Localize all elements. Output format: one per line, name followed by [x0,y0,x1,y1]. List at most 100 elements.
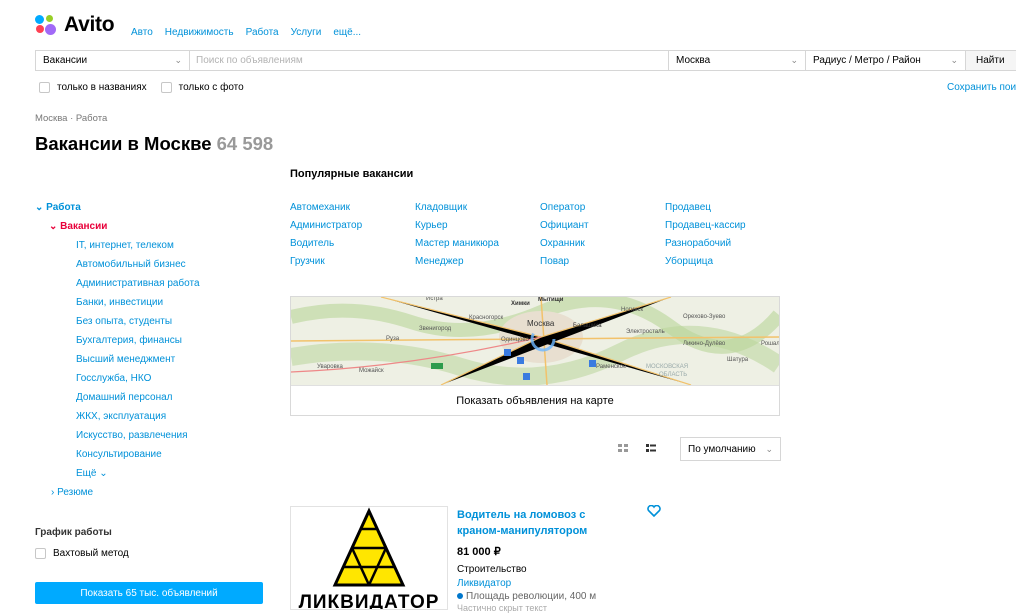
svg-text:Электросталь: Электросталь [626,329,665,335]
top-nav: Авто Недвижимость Работа Услуги ещё... [131,27,361,38]
svg-text:ЛИКВИДАТОР: ЛИКВИДАТОР [299,592,440,609]
listing-title[interactable]: Водитель на ломовоз с краном-манипулятор… [457,507,627,539]
sidebar-root-label: Работа [46,202,81,213]
category-select[interactable]: Вакансии ⌄ [35,50,190,71]
svg-text:Мытищи: Мытищи [538,297,564,303]
titles-only-checkbox[interactable] [39,82,50,93]
map-graphic: Истра Химки Мытищи Ногинск Красногорск М… [291,297,779,385]
with-photo-checkbox[interactable] [160,82,172,93]
popular-grid: Автомеханик Кладовщик Оператор Продавец … [290,199,790,271]
save-search-link[interactable]: Сохранить поиск [947,82,1016,93]
sidebar-item-banks[interactable]: Банки, инвестиции [35,293,275,312]
listing-image[interactable]: ЛИКВИДАТОР [290,506,448,610]
sidebar-item-students[interactable]: Без опыта, студенты [35,312,275,331]
results-count: 64 598 [216,133,274,154]
radius-value: Радиус / Метро / Район [813,55,921,66]
breadcrumb[interactable]: Москва · Работа [35,113,107,124]
svg-text:Одинцово: Одинцово [501,337,530,343]
sidebar-item-auto[interactable]: Автомобильный бизнес [35,255,275,274]
map-preview[interactable]: Истра Химки Мытищи Ногинск Красногорск М… [291,297,779,385]
svg-text:Красногорск: Красногорск [469,315,504,321]
shift-method-checkbox[interactable] [35,548,46,559]
logo-dots-icon [35,15,59,35]
avito-logo[interactable]: Avito [35,13,115,37]
sidebar-item-accounting[interactable]: Бухгалтерия, финансы [35,331,275,350]
list-view-button[interactable] [640,438,662,458]
sidebar-item-management[interactable]: Высший менеджмент [35,350,275,369]
popular-link[interactable]: Кладовщик [415,199,540,217]
svg-text:Уваровка: Уваровка [317,364,344,370]
shift-method-filter[interactable]: Вахтовый метод [35,548,129,559]
sidebar-item-resume[interactable]: › Резюме [35,483,275,502]
page-title-text: Вакансии в Москве [35,133,212,154]
grid-view-button[interactable] [612,438,634,458]
popular-link[interactable]: Менеджер [415,253,540,271]
svg-text:Орехово-Зуево: Орехово-Зуево [683,314,726,320]
nav-more[interactable]: ещё... [333,27,361,38]
nav-jobs[interactable]: Работа [246,27,279,38]
view-toggle [612,438,662,458]
map-widget: Истра Химки Мытищи Ногинск Красногорск М… [290,296,780,416]
popular-link[interactable]: Оператор [540,199,665,217]
city-select[interactable]: Москва ⌄ [669,50,806,71]
find-button[interactable]: Найти [966,50,1016,71]
popular-link[interactable]: Грузчик [290,253,415,271]
radius-select[interactable]: Радиус / Метро / Район ⌄ [806,50,966,71]
svg-text:ОБЛАСТЬ: ОБЛАСТЬ [659,372,687,378]
category-value: Вакансии [43,55,88,66]
page-title: Вакансии в Москве 64 598 [35,133,273,155]
popular-link[interactable]: Продавец [665,199,790,217]
popular-link[interactable]: Охранник [540,235,665,253]
popular-link[interactable]: Продавец-кассир [665,217,790,235]
company-logo-image: ЛИКВИДАТОР [291,507,447,609]
popular-link[interactable]: Мастер маникюра [415,235,540,253]
favorite-heart-icon[interactable] [647,504,661,520]
sidebar-item-utilities[interactable]: ЖКХ, эксплуатация [35,407,275,426]
listing-company[interactable]: Ликвидатор [457,578,511,589]
list-view-icon [646,444,656,452]
popular-link[interactable]: Автомеханик [290,199,415,217]
svg-text:Химки: Химки [511,301,530,307]
with-photo-label: только с фото [178,82,244,93]
logo-text: Avito [64,13,115,36]
chevron-down-icon: ⌄ [99,468,108,479]
sidebar-item-household[interactable]: Домашний персонал [35,388,275,407]
popular-link[interactable]: Разнорабочий [665,235,790,253]
svg-text:Звенигород: Звенигород [419,326,452,332]
search-bar: Вакансии ⌄ Москва ⌄ Радиус / Метро / Рай… [35,50,1016,71]
chevron-down-icon: ⌄ [950,55,958,65]
popular-link[interactable]: Администратор [290,217,415,235]
shift-method-label: Вахтовый метод [53,548,129,559]
chevron-down-icon: ⌄ [35,202,47,213]
metro-dot-icon [457,593,463,599]
listing-metro-text: Площадь революции, 400 м [466,591,597,602]
popular-link[interactable]: Повар [540,253,665,271]
sidebar-item-more[interactable]: Ещё ⌄ [35,464,275,483]
show-results-button[interactable]: Показать 65 тыс. объявлений [35,582,263,604]
popular-link[interactable]: Официант [540,217,665,235]
sidebar-item-consulting[interactable]: Консультирование [35,445,275,464]
search-input[interactable] [190,50,669,71]
nav-auto[interactable]: Авто [131,27,153,38]
sort-select[interactable]: По умолчанию ⌄ [680,437,781,461]
sidebar-item-arts[interactable]: Искусство, развлечения [35,426,275,445]
schedule-title: График работы [35,527,112,538]
nav-services[interactable]: Услуги [291,27,322,38]
sidebar-item-gov[interactable]: Госслужба, НКО [35,369,275,388]
popular-link[interactable]: Уборщица [665,253,790,271]
show-on-map-button[interactable]: Показать объявления на карте [291,385,779,416]
svg-text:Можайск: Можайск [359,367,384,374]
listing-metro: Площадь революции, 400 м [457,591,596,602]
sidebar-item-admin[interactable]: Административная работа [35,274,275,293]
sidebar-item-jobs[interactable]: ⌄ Работа [35,198,275,217]
listing-category: Строительство [457,564,527,575]
svg-text:Ногинск: Ногинск [621,307,644,313]
grid-view-icon [618,444,628,452]
sidebar-item-vacancies[interactable]: ⌄ Вакансии [35,217,275,236]
sidebar-item-it[interactable]: IT, интернет, телеком [35,236,275,255]
popular-link[interactable]: Водитель [290,235,415,253]
popular-link[interactable]: Курьер [415,217,540,235]
nav-realty[interactable]: Недвижимость [165,27,234,38]
popular-title: Популярные вакансии [290,168,414,180]
svg-text:Раменское: Раменское [596,364,627,370]
